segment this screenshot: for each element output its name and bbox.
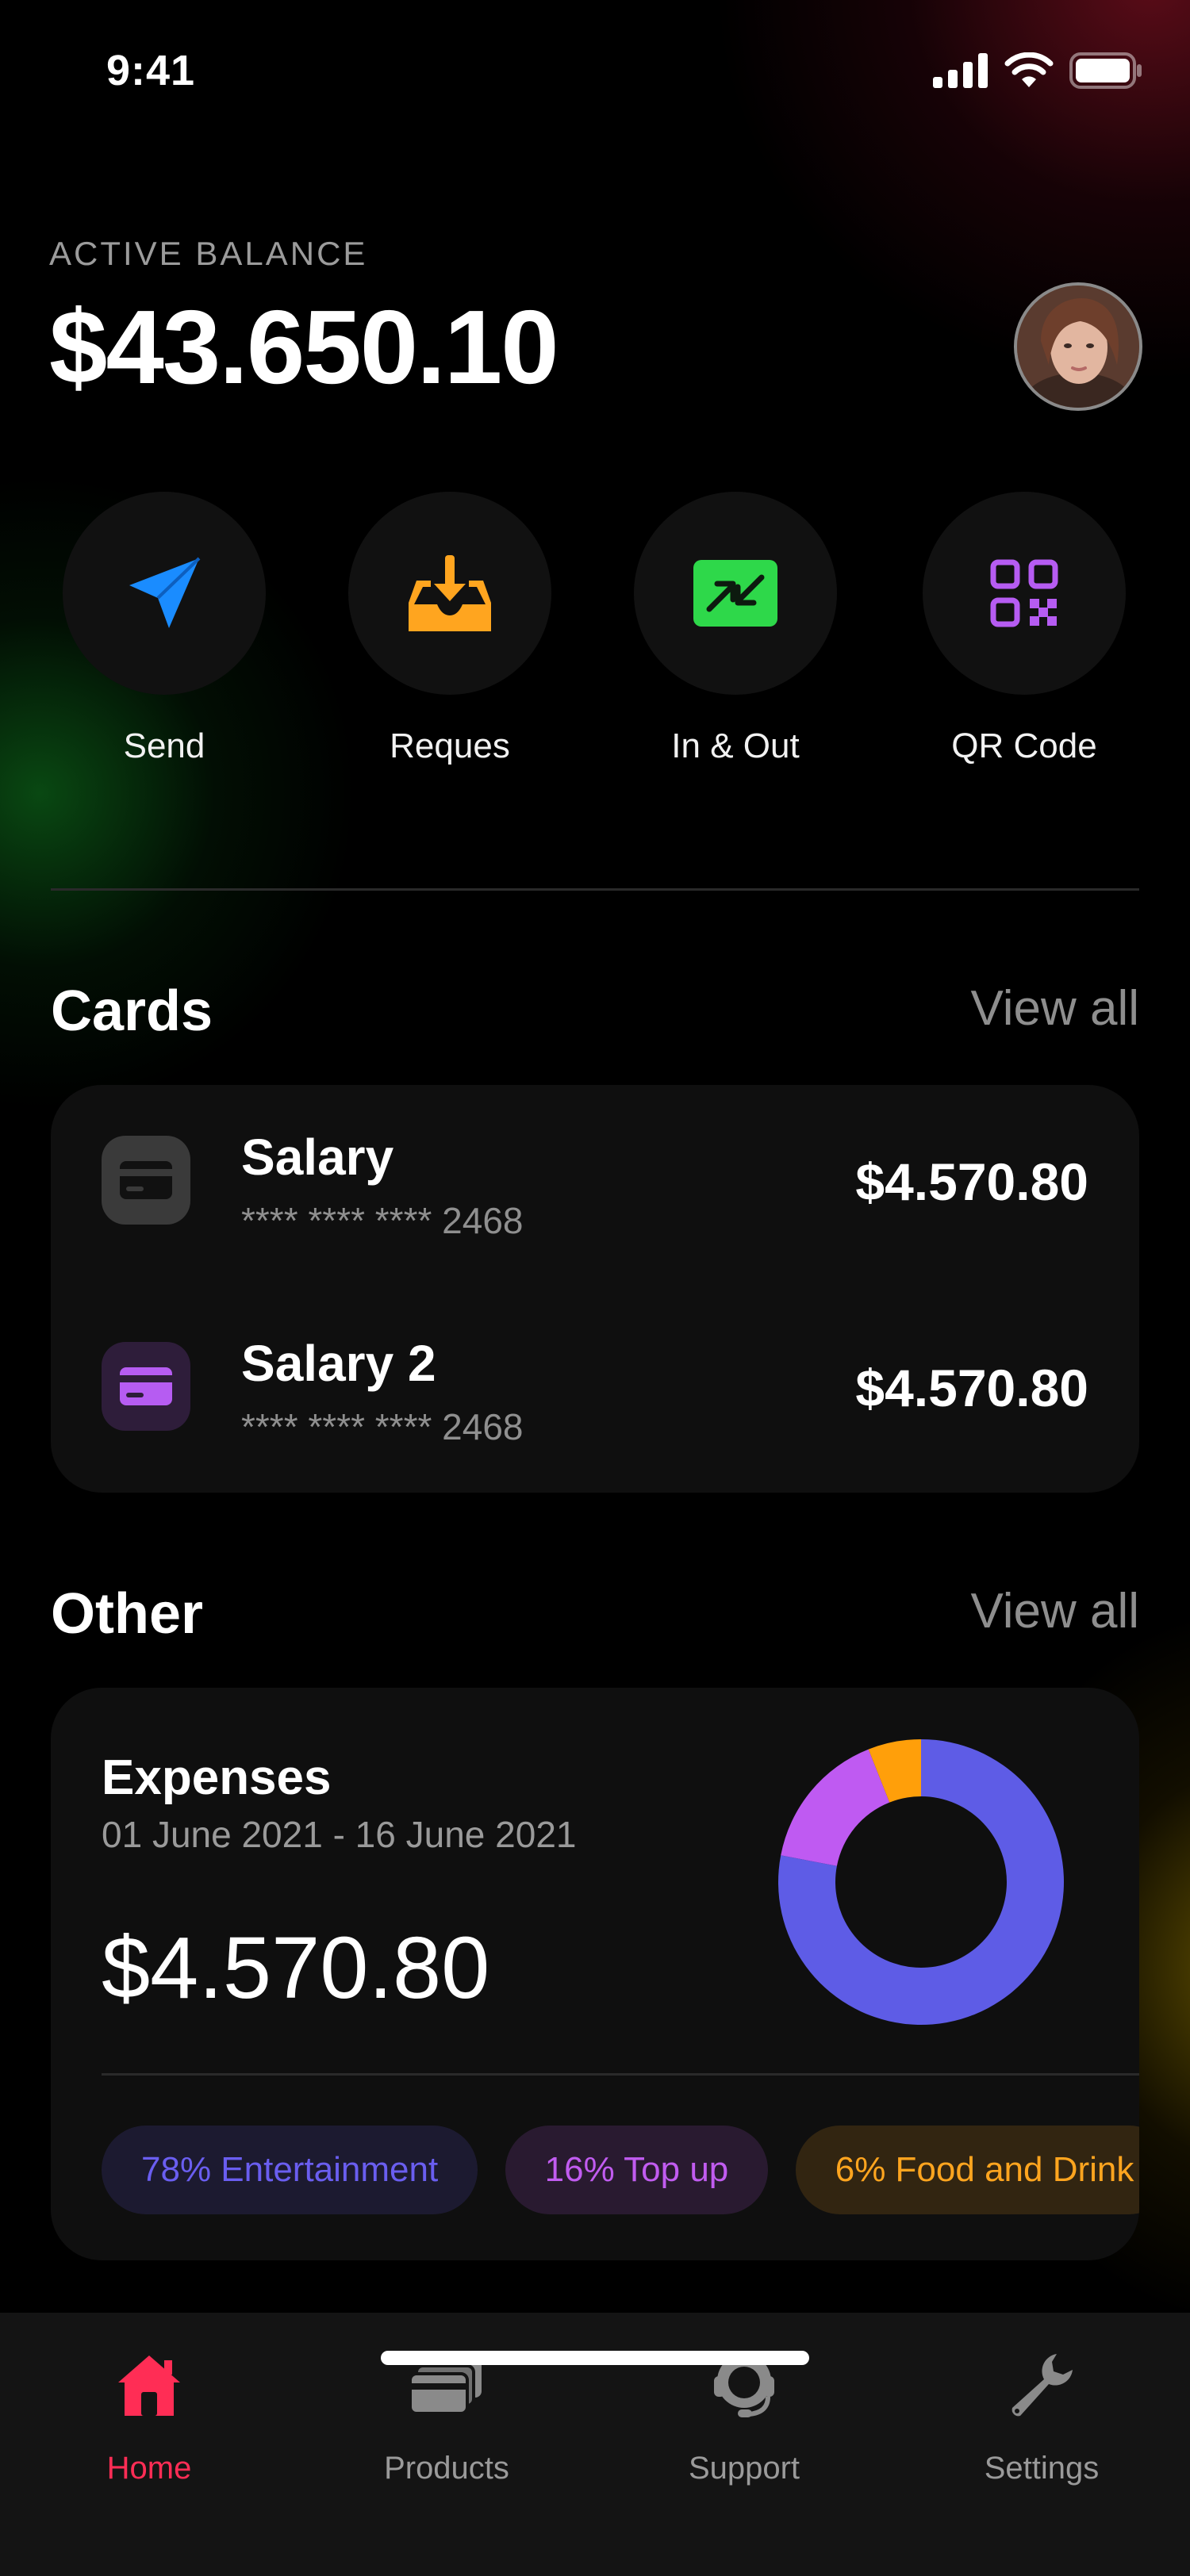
card-number-mask: **** **** ****: [241, 1406, 432, 1447]
battery-icon: [1069, 52, 1142, 89]
send-label: Send: [123, 726, 205, 765]
request-button[interactable]: [348, 492, 551, 695]
card-icon: [120, 1161, 172, 1199]
card-icon: [120, 1367, 172, 1405]
inbox-download-icon: [409, 555, 491, 631]
qr-code-icon: [990, 559, 1058, 627]
card-icon-container: [102, 1136, 190, 1225]
qr-code-action[interactable]: QR Code: [897, 492, 1151, 766]
cards-view-all-link[interactable]: View all: [970, 980, 1139, 1037]
expenses-date-range: 01 June 2021 - 16 June 2021: [102, 1814, 577, 1855]
tab-settings-label: Settings: [984, 2451, 1100, 2486]
request-label: Reques: [390, 726, 510, 765]
balance-label: ACTIVE BALANCE: [49, 235, 368, 272]
cellular-signal-icon: [933, 53, 988, 88]
card-number-last4: 2468: [442, 1406, 524, 1447]
tab-home-label: Home: [106, 2451, 192, 2486]
card-row-salary-2[interactable]: Salary 2 **** **** **** 2468 $4.570.80: [51, 1335, 1139, 1493]
chip-entertainment[interactable]: 78% Entertainment: [102, 2126, 478, 2214]
chip-top-up[interactable]: 16% Top up: [505, 2126, 769, 2214]
card-name: Salary: [241, 1129, 394, 1186]
avatar-image: [1017, 286, 1139, 408]
section-divider: [51, 888, 1139, 891]
tab-support-label: Support: [688, 2451, 800, 2486]
card-amount: $4.570.80: [855, 1152, 1088, 1211]
wrench-icon: [1012, 2354, 1073, 2417]
expenses-donut-chart: [778, 1739, 1064, 2025]
card-number-mask: **** **** ****: [241, 1200, 432, 1241]
status-bar: 9:41: [0, 0, 1190, 143]
send-action[interactable]: Send: [37, 492, 291, 766]
cards-section-title: Cards: [51, 979, 213, 1043]
arrows-in-out-icon: [693, 560, 777, 627]
status-time: 9:41: [106, 47, 196, 94]
card-number: **** **** **** 2468: [241, 1199, 524, 1242]
cards-panel: Salary **** **** **** 2468 $4.570.80 Sal…: [51, 1085, 1139, 1493]
screen: 9:41 ACTIVE BALANCE $43.650.10 Send Requ…: [0, 0, 1190, 2576]
other-section-title: Other: [51, 1582, 204, 1646]
request-action[interactable]: Reques: [323, 492, 577, 766]
in-out-label: In & Out: [671, 726, 800, 765]
wifi-icon: [1004, 52, 1054, 87]
tab-home[interactable]: Home: [30, 2341, 268, 2486]
chip-food-and-drink[interactable]: 6% Food and Drink: [795, 2126, 1139, 2214]
card-number-last4: 2468: [442, 1200, 524, 1241]
expenses-divider: [102, 2073, 1139, 2076]
card-number: **** **** **** 2468: [241, 1405, 524, 1448]
qr-code-label: QR Code: [951, 726, 1097, 765]
quick-actions: Send Reques In & Out QR Code: [0, 492, 1190, 793]
other-view-all-link[interactable]: View all: [970, 1583, 1139, 1639]
send-button[interactable]: [63, 492, 266, 695]
expenses-card[interactable]: Expenses 01 June 2021 - 16 June 2021 $4.…: [51, 1688, 1139, 2260]
card-name: Salary 2: [241, 1335, 436, 1392]
expenses-amount: $4.570.80: [102, 1919, 490, 2017]
tab-products-label: Products: [384, 2451, 509, 2486]
balance-amount: $43.650.10: [49, 289, 559, 405]
status-icons: [933, 52, 1142, 89]
home-indicator: [381, 2351, 809, 2365]
in-out-button[interactable]: [634, 492, 837, 695]
tab-settings[interactable]: Settings: [923, 2341, 1161, 2486]
card-icon-container: [102, 1342, 190, 1431]
paper-plane-icon: [129, 557, 201, 628]
in-out-action[interactable]: In & Out: [608, 492, 862, 766]
card-amount: $4.570.80: [855, 1359, 1088, 1417]
expenses-title: Expenses: [102, 1750, 332, 1805]
card-row-salary[interactable]: Salary **** **** **** 2468 $4.570.80: [51, 1129, 1139, 1294]
qr-code-button[interactable]: [923, 492, 1126, 695]
home-icon: [118, 2356, 180, 2416]
donut-slice-top-up: [781, 1749, 890, 1866]
expense-category-chips: 78% Entertainment 16% Top up 6% Food and…: [102, 2126, 1139, 2214]
avatar[interactable]: [1014, 282, 1142, 411]
